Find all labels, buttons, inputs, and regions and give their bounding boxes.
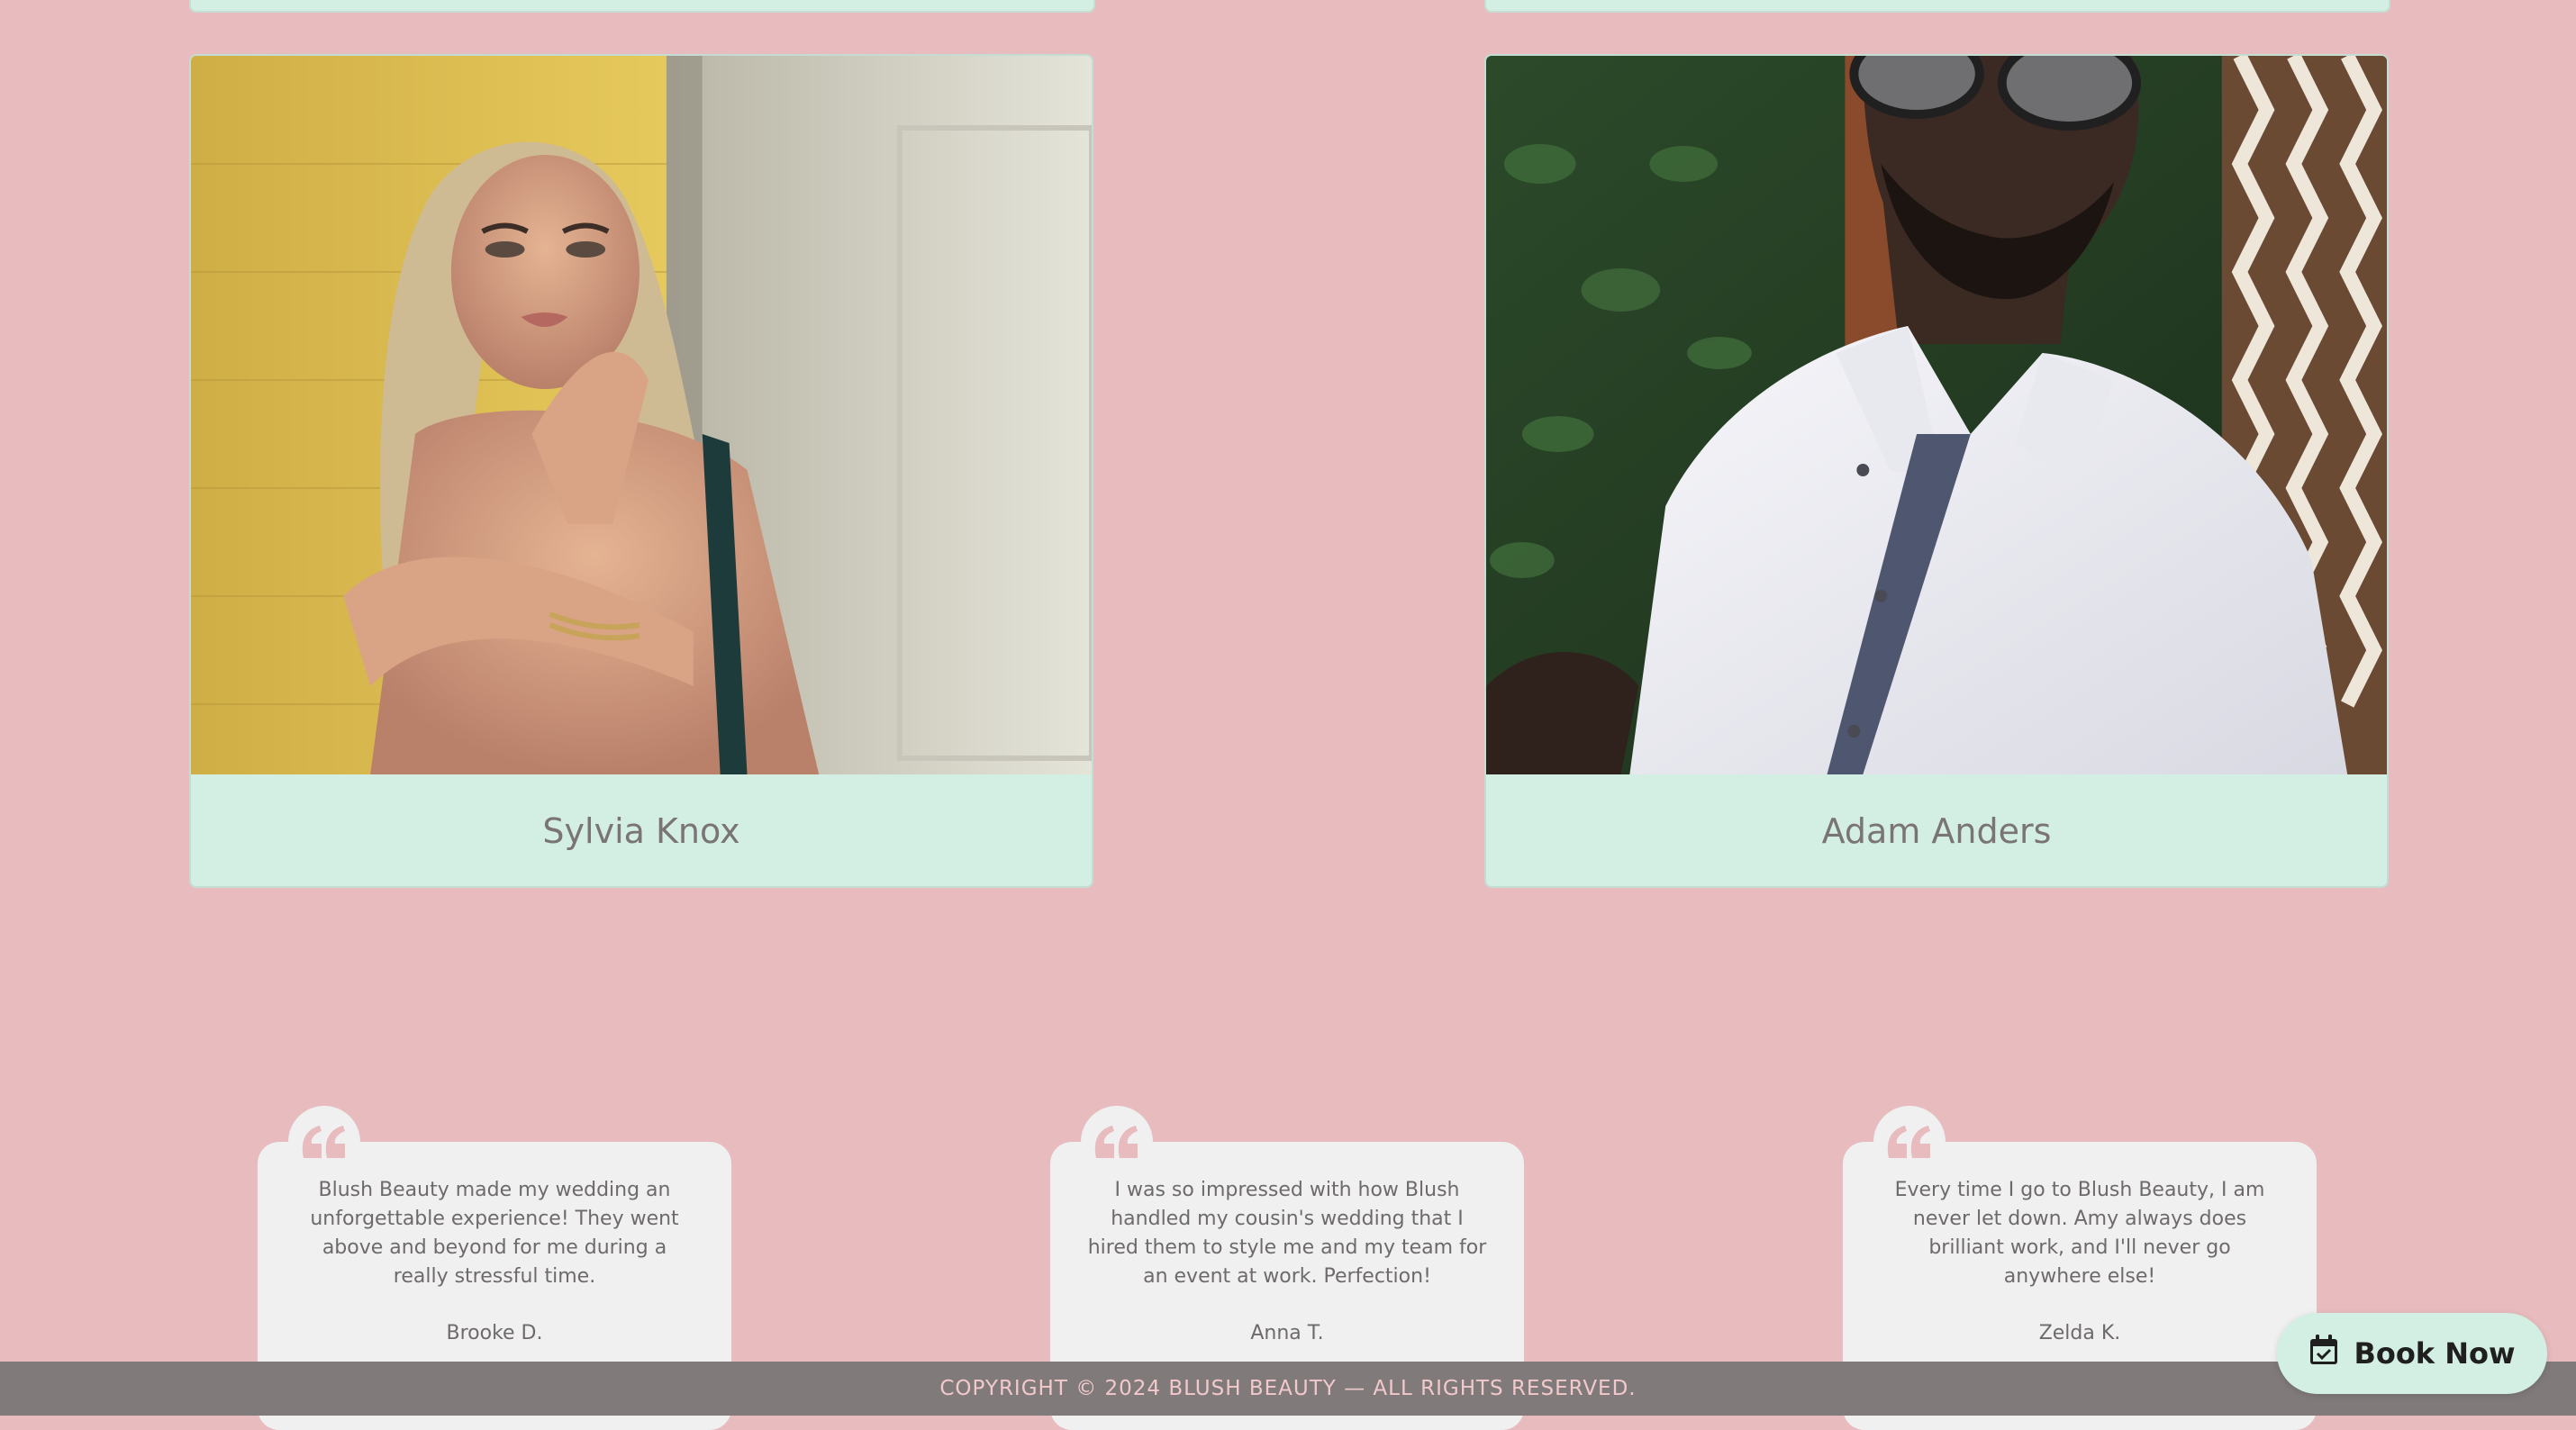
footer: COPYRIGHT © 2024 BLUSH BEAUTY — ALL RIGH…: [0, 1362, 2576, 1416]
previous-card-bottom-right: [1484, 0, 2390, 13]
testimonial-author: Brooke D.: [446, 1322, 543, 1344]
testimonial-author: Anna T.: [1250, 1322, 1324, 1344]
stylist-name: Adam Anders: [1821, 811, 2052, 851]
stylist-card-sylvia-knox: Sylvia Knox: [189, 54, 1093, 888]
book-now-button[interactable]: Book Now: [2277, 1313, 2547, 1394]
stylist-card-adam-anders: Adam Anders: [1484, 54, 2389, 888]
quote-icon: [1873, 1106, 1946, 1178]
testimonial-text: Every time I go to Blush Beauty, I am ne…: [1894, 1179, 2265, 1288]
testimonial-author: Zelda K.: [2038, 1322, 2121, 1344]
stylist-name: Sylvia Knox: [542, 811, 740, 851]
book-now-label: Book Now: [2354, 1336, 2516, 1371]
previous-card-bottom-left: [189, 0, 1095, 13]
calendar-check-icon: [2308, 1334, 2339, 1373]
quote-icon: [1081, 1106, 1153, 1178]
copyright-text: COPYRIGHT © 2024 BLUSH BEAUTY — ALL RIGH…: [939, 1377, 1637, 1400]
testimonial-text: I was so impressed with how Blush handle…: [1087, 1179, 1487, 1288]
testimonial-text: Blush Beauty made my wedding an unforget…: [310, 1179, 679, 1288]
quote-icon: [288, 1106, 360, 1178]
stylist-photo-sylvia-knox: [191, 56, 1092, 774]
stylist-photo-adam-anders: [1486, 56, 2387, 774]
